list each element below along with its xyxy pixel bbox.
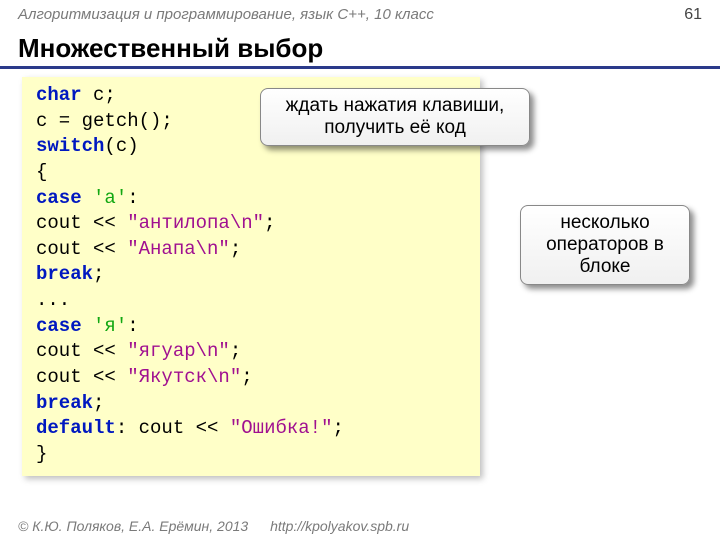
string-literal: "Ошибка!" (230, 417, 333, 439)
code-text: : cout << (116, 417, 230, 439)
kw-switch: switch (36, 135, 104, 157)
code-text: (c) (104, 135, 138, 157)
kw-case: case (36, 187, 82, 209)
slide-title: Множественный выбор (0, 23, 720, 69)
code-text: } (36, 442, 466, 468)
char-literal: 'а' (82, 187, 128, 209)
string-literal: "антилопа\n" (127, 212, 264, 234)
code-text: ; (332, 417, 343, 439)
string-literal: "ягуар\n" (127, 340, 230, 362)
code-text: ; (241, 366, 252, 388)
code-text: ; (230, 340, 241, 362)
fn-getch: getch (82, 110, 139, 132)
code-text: : (127, 187, 138, 209)
kw-char: char (36, 84, 82, 106)
code-text: : (127, 315, 138, 337)
callout-wait-key: ждать нажатия клавиши, получить её код (260, 88, 530, 146)
code-text: ; (264, 212, 275, 234)
code-text: cout << (36, 212, 127, 234)
copyright: © К.Ю. Поляков, Е.А. Ерёмин, 2013 (18, 518, 248, 534)
header-subtitle: Алгоритмизация и программирование, язык … (0, 0, 720, 23)
string-literal: "Анапа\n" (127, 238, 230, 260)
code-text: { (36, 160, 466, 186)
footer-url: http://kpolyakov.spb.ru (270, 518, 409, 534)
code-text: cout << (36, 340, 127, 362)
kw-break: break (36, 392, 93, 414)
callout-multi-ops: несколько операторов в блоке (520, 205, 690, 285)
code-text: (); (139, 110, 173, 132)
code-text: ; (93, 392, 104, 414)
page-number: 61 (684, 6, 702, 24)
code-text: ; (93, 263, 104, 285)
code-text: ... (36, 288, 466, 314)
footer: © К.Ю. Поляков, Е.А. Ерёмин, 2013 http:/… (18, 518, 409, 534)
kw-default: default (36, 417, 116, 439)
code-text: cout << (36, 238, 127, 260)
code-text: c = (36, 110, 82, 132)
string-literal: "Якутск\n" (127, 366, 241, 388)
code-text: c; (82, 84, 116, 106)
char-literal: 'я' (82, 315, 128, 337)
code-text: ; (230, 238, 241, 260)
kw-break: break (36, 263, 93, 285)
code-text: cout << (36, 366, 127, 388)
kw-case: case (36, 315, 82, 337)
